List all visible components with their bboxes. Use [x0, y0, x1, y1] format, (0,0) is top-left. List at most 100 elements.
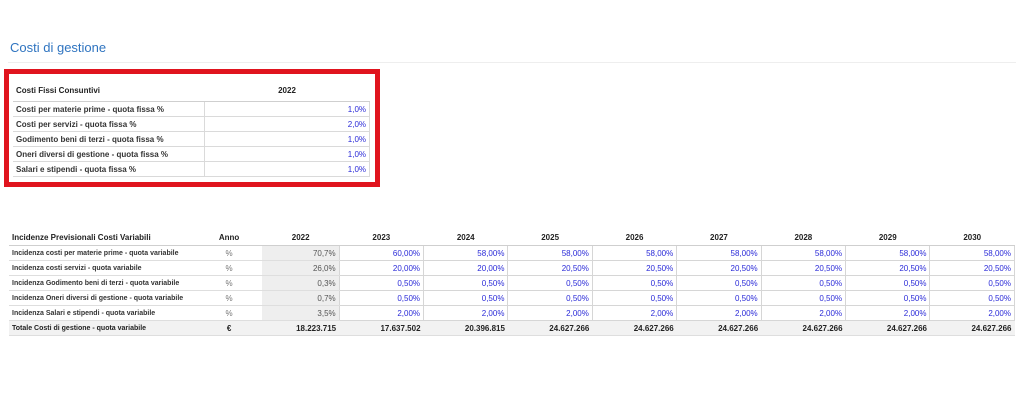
forecast-value-input[interactable]: 20,00% — [423, 260, 509, 276]
forecast-value-input[interactable]: 2,00% — [845, 305, 931, 321]
forecast-value-input[interactable]: 0,50% — [507, 290, 593, 306]
forecast-value-input[interactable]: 58,00% — [676, 245, 762, 261]
year-header: 2023 — [339, 230, 424, 246]
table-row: Incidenza Salari e stipendi - quota vari… — [9, 305, 1015, 321]
value-cell: 70,7% — [262, 245, 340, 261]
forecast-value-input[interactable]: 20,50% — [507, 260, 593, 276]
value-cell: 24.627.266 — [845, 320, 930, 336]
table-row: Incidenza Godimento beni di terzi - quot… — [9, 275, 1015, 291]
forecast-value-input[interactable]: 2,00% — [507, 305, 593, 321]
forecast-value-input[interactable]: 0,50% — [338, 275, 425, 291]
row-label: Incidenza Salari e stipendi - quota vari… — [9, 305, 196, 321]
row-label: Costi per servizi - quota fissa % — [13, 116, 205, 132]
forecast-value-input[interactable]: 58,00% — [929, 245, 1015, 261]
row-label: Incidenza Godimento beni di terzi - quot… — [9, 275, 196, 291]
fixed-value-input[interactable]: 2,0% — [204, 116, 370, 132]
forecast-value-input[interactable]: 2,00% — [423, 305, 509, 321]
forecast-value-input[interactable]: 58,00% — [423, 245, 509, 261]
value-cell: 24.627.266 — [761, 320, 846, 336]
forecast-value-input[interactable]: 0,50% — [591, 275, 678, 291]
row-unit: % — [195, 245, 263, 261]
fixed-value-input[interactable]: 1,0% — [204, 161, 370, 177]
row-label: Incidenza costi servizi - quota variabil… — [9, 260, 196, 276]
value-cell: 24.627.266 — [507, 320, 593, 336]
forecast-value-input[interactable]: 0,50% — [845, 275, 931, 291]
forecast-value-input[interactable]: 0,50% — [423, 290, 509, 306]
row-unit: % — [195, 290, 263, 306]
row-label: Costi per materie prime - quota fissa % — [13, 101, 205, 117]
row-label: Incidenza costi per materie prime - quot… — [9, 245, 196, 261]
row-label: Salari e stipendi - quota fissa % — [13, 161, 205, 177]
table-row: Costi per servizi - quota fissa % 2,0% — [13, 116, 370, 132]
forecast-value-input[interactable]: 0,50% — [676, 275, 762, 291]
row-unit: % — [195, 305, 263, 321]
year-header: 2026 — [592, 230, 677, 246]
forecast-value-input[interactable]: 20,00% — [338, 260, 425, 276]
year-header: 2027 — [676, 230, 762, 246]
table-row: Salari e stipendi - quota fissa % 1,0% — [13, 161, 370, 177]
year-header: 2022 — [262, 230, 340, 246]
fixed-costs-highlight-box: Costi Fissi Consuntivi 2022 Costi per ma… — [4, 69, 380, 187]
forecast-value-input[interactable]: 2,00% — [929, 305, 1015, 321]
value-cell: 0,7% — [262, 290, 340, 306]
year-header: 2029 — [845, 230, 930, 246]
forecast-value-input[interactable]: 2,00% — [676, 305, 762, 321]
fixed-costs-table: Costi Fissi Consuntivi 2022 Costi per ma… — [13, 79, 370, 177]
forecast-value-input[interactable]: 0,50% — [760, 290, 847, 306]
forecast-value-input[interactable]: 2,00% — [760, 305, 847, 321]
forecast-value-input[interactable]: 0,50% — [845, 290, 931, 306]
page-title: Costi di gestione — [10, 40, 107, 55]
forecast-value-input[interactable]: 58,00% — [845, 245, 931, 261]
row-label: Oneri diversi di gestione - quota fissa … — [13, 146, 205, 162]
value-cell: 24.627.266 — [592, 320, 677, 336]
forecast-value-input[interactable]: 2,00% — [338, 305, 425, 321]
forecast-value-input[interactable]: 0,50% — [929, 290, 1015, 306]
year-header: 2025 — [507, 230, 593, 246]
table-row: Incidenza costi servizi - quota variabil… — [9, 260, 1015, 276]
title-divider — [8, 62, 1016, 63]
row-label: Godimento beni di terzi - quota fissa % — [13, 131, 205, 147]
value-cell: 24.627.266 — [676, 320, 762, 336]
forecast-value-input[interactable]: 0,50% — [338, 290, 425, 306]
forecast-value-input[interactable]: 0,50% — [929, 275, 1015, 291]
fixed-value-input[interactable]: 1,0% — [204, 131, 370, 147]
fixed-costs-header: Costi Fissi Consuntivi — [13, 79, 205, 102]
value-cell: 3,5% — [262, 305, 340, 321]
year-header: 2028 — [761, 230, 846, 246]
forecast-value-input[interactable]: 20,50% — [929, 260, 1015, 276]
forecast-value-input[interactable]: 0,50% — [760, 275, 847, 291]
year-header: 2024 — [423, 230, 508, 246]
row-unit: € — [195, 320, 263, 336]
forecast-value-input[interactable]: 0,50% — [507, 275, 593, 291]
unit-header: Anno — [195, 230, 263, 246]
forecast-value-input[interactable]: 0,50% — [676, 290, 762, 306]
variable-costs-header: Incidenze Previsionali Costi Variabili — [9, 230, 196, 246]
forecast-value-input[interactable]: 20,50% — [676, 260, 762, 276]
forecast-value-input[interactable]: 20,50% — [591, 260, 678, 276]
row-unit: % — [195, 275, 263, 291]
year-header: 2030 — [929, 230, 1015, 246]
fixed-value-input[interactable]: 1,0% — [204, 101, 370, 117]
row-label: Incidenza Oneri diversi di gestione - qu… — [9, 290, 196, 306]
forecast-value-input[interactable]: 58,00% — [507, 245, 593, 261]
table-row: Costi per materie prime - quota fissa % … — [13, 101, 370, 117]
fixed-costs-year-header: 2022 — [204, 79, 370, 102]
forecast-value-input[interactable]: 2,00% — [591, 305, 678, 321]
table-row: Incidenza Oneri diversi di gestione - qu… — [9, 290, 1015, 306]
forecast-value-input[interactable]: 0,50% — [423, 275, 509, 291]
row-unit: % — [195, 260, 263, 276]
value-cell: 0,3% — [262, 275, 340, 291]
forecast-value-input[interactable]: 20,50% — [760, 260, 847, 276]
forecast-value-input[interactable]: 20,50% — [845, 260, 931, 276]
value-cell: 20.396.815 — [423, 320, 508, 336]
total-row: Totale Costi di gestione - quota variabi… — [9, 320, 1015, 336]
forecast-value-input[interactable]: 58,00% — [760, 245, 847, 261]
fixed-value-input[interactable]: 1,0% — [204, 146, 370, 162]
variable-costs-table: Incidenze Previsionali Costi Variabili A… — [9, 230, 1015, 336]
forecast-value-input[interactable]: 0,50% — [591, 290, 678, 306]
table-row: Incidenza costi per materie prime - quot… — [9, 245, 1015, 261]
forecast-value-input[interactable]: 60,00% — [338, 245, 425, 261]
forecast-value-input[interactable]: 58,00% — [591, 245, 678, 261]
value-cell: 17.637.502 — [339, 320, 424, 336]
value-cell: 18.223.715 — [262, 320, 340, 336]
